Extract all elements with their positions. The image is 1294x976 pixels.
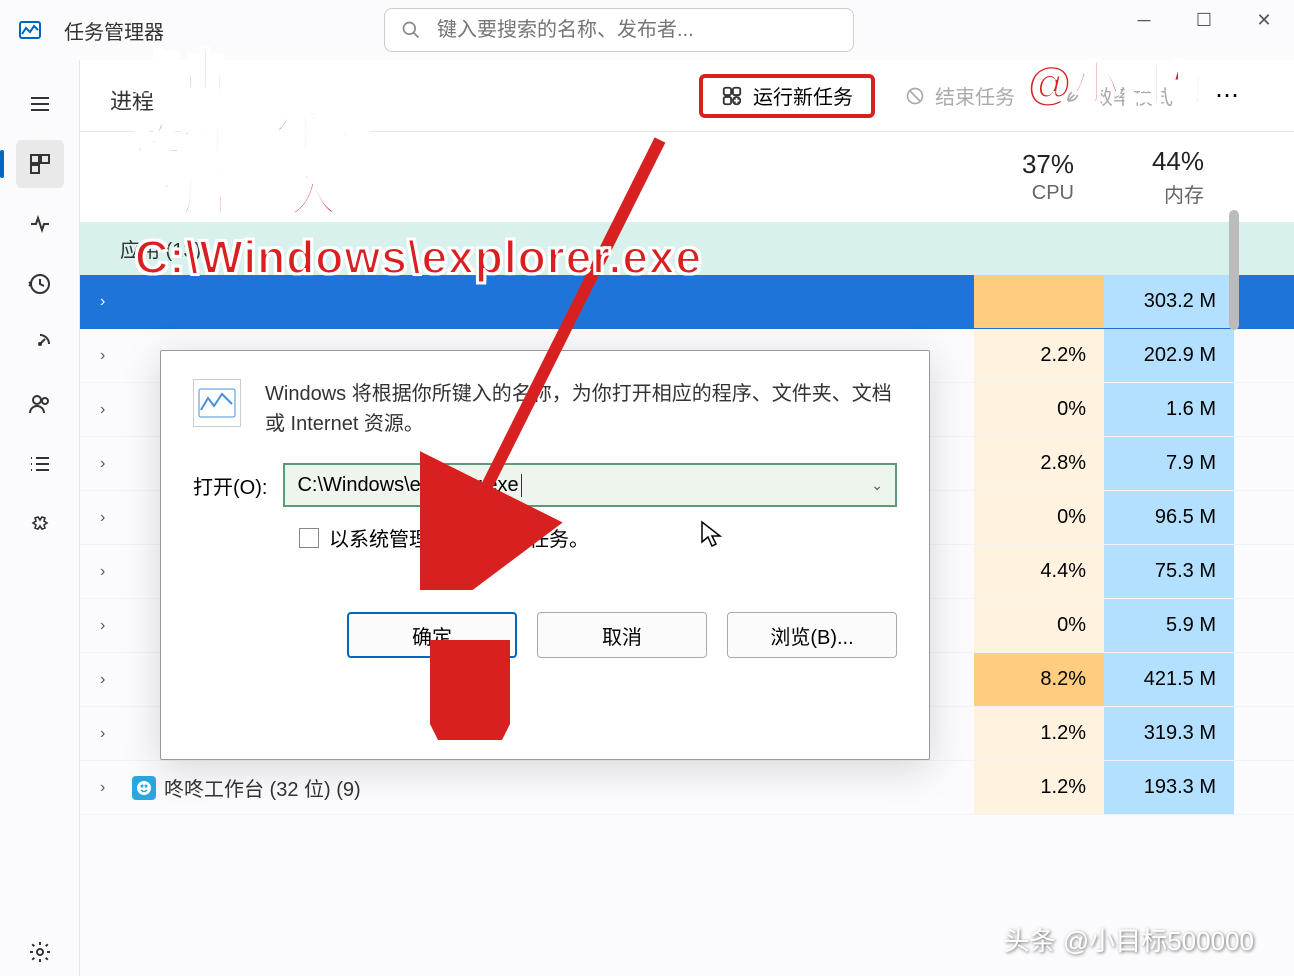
search-box[interactable] <box>384 8 854 52</box>
chevron-right-icon[interactable]: › <box>100 779 124 797</box>
mem-cell: 1.6 M <box>1104 383 1234 436</box>
nav-details-icon[interactable] <box>16 440 64 488</box>
dialog-app-icon <box>193 379 241 427</box>
mem-pct: 44% <box>1114 146 1204 177</box>
mem-cell: 7.9 M <box>1104 437 1234 490</box>
open-combobox[interactable]: C:\Windows\explorer.exe ⌄ <box>283 463 897 507</box>
cpu-cell: 0% <box>974 599 1104 652</box>
scrollbar-thumb[interactable] <box>1229 210 1239 330</box>
mem-cell: 5.9 M <box>1104 599 1234 652</box>
table-row[interactable]: › 303.2 M <box>80 275 1294 329</box>
minimize-button[interactable]: ─ <box>1114 0 1174 40</box>
open-label: 打开(O): <box>193 471 267 500</box>
end-task-label: 结束任务 <box>935 81 1015 110</box>
app-title: 任务管理器 <box>64 16 164 45</box>
sidebar <box>0 60 80 976</box>
mem-cell: 303.2 M <box>1104 275 1234 328</box>
run-task-button[interactable]: 运行新任务 <box>699 74 875 118</box>
section-apps: 应用 (13) <box>80 222 1294 275</box>
maximize-button[interactable]: ☐ <box>1174 0 1234 40</box>
cpu-pct: 37% <box>984 149 1074 180</box>
cpu-cell: 0% <box>974 383 1104 436</box>
leaf-icon <box>1063 86 1083 106</box>
search-input[interactable] <box>437 19 837 42</box>
admin-checkbox[interactable] <box>299 528 319 548</box>
run-task-icon <box>721 85 743 107</box>
end-task-icon <box>905 86 925 106</box>
toolbar: 运行新任务 结束任务 效率模式 ⋯ <box>80 60 1294 132</box>
chevron-right-icon[interactable]: › <box>100 455 124 473</box>
nav-performance-icon[interactable] <box>16 200 64 248</box>
cpu-cell: 2.8% <box>974 437 1104 490</box>
close-button[interactable]: ✕ <box>1234 0 1294 40</box>
process-name: 咚咚工作台 (32 位) (9) <box>164 773 974 802</box>
chevron-right-icon[interactable]: › <box>100 671 124 689</box>
cancel-button[interactable]: 取消 <box>537 612 707 658</box>
mem-cell: 193.3 M <box>1104 761 1234 814</box>
cpu-cell: 1.2% <box>974 761 1104 814</box>
admin-checkbox-label: 以系统管理权限创建此任务。 <box>329 523 589 552</box>
cpu-cell: 8.2% <box>974 653 1104 706</box>
mem-column-header[interactable]: 44% 内存 <box>1094 146 1224 208</box>
chevron-down-icon[interactable]: ⌄ <box>871 477 883 494</box>
watermark: 头条 @小目标500000 <box>1004 921 1254 958</box>
mem-cell: 202.9 M <box>1104 329 1234 382</box>
page-title: 进程 <box>110 84 154 116</box>
nav-history-icon[interactable] <box>16 260 64 308</box>
ok-button[interactable]: 确定 <box>347 612 517 658</box>
end-task-button[interactable]: 结束任务 <box>887 74 1033 118</box>
titlebar: 任务管理器 <box>0 0 1294 60</box>
chevron-right-icon[interactable]: › <box>100 347 124 365</box>
nav-users-icon[interactable] <box>16 380 64 428</box>
chevron-right-icon[interactable]: › <box>100 725 124 743</box>
table-row[interactable]: › 咚咚工作台 (32 位) (9) 1.2% 193.3 M <box>80 761 1294 815</box>
nav-settings-icon[interactable] <box>16 928 64 976</box>
cpu-label: CPU <box>984 182 1074 205</box>
app-icon <box>16 16 44 44</box>
app-thumbnail-icon <box>132 776 156 800</box>
mem-cell: 75.3 M <box>1104 545 1234 598</box>
efficiency-label: 效率模式 <box>1093 81 1173 110</box>
run-task-label: 运行新任务 <box>753 81 853 110</box>
search-icon <box>401 20 421 40</box>
chevron-right-icon[interactable]: › <box>100 293 124 311</box>
nav-processes-icon[interactable] <box>16 140 64 188</box>
mem-label: 内存 <box>1114 179 1204 208</box>
chevron-right-icon[interactable]: › <box>100 401 124 419</box>
mem-cell: 319.3 M <box>1104 707 1234 760</box>
cpu-cell: 1.2% <box>974 707 1104 760</box>
chevron-right-icon[interactable]: › <box>100 563 124 581</box>
mem-cell: 421.5 M <box>1104 653 1234 706</box>
chevron-right-icon[interactable]: › <box>100 509 124 527</box>
more-button[interactable]: ⋯ <box>1203 81 1254 110</box>
cpu-column-header[interactable]: 37% CPU <box>964 149 1094 205</box>
nav-startup-icon[interactable] <box>16 320 64 368</box>
nav-menu-icon[interactable] <box>16 80 64 128</box>
efficiency-button[interactable]: 效率模式 <box>1045 74 1191 118</box>
open-input-value: C:\Windows\explorer.exe <box>297 474 521 497</box>
nav-services-icon[interactable] <box>16 500 64 548</box>
cpu-cell: 4.4% <box>974 545 1104 598</box>
column-headers: 37% CPU 44% 内存 <box>80 132 1294 222</box>
browse-button[interactable]: 浏览(B)... <box>727 612 897 658</box>
dialog-description: Windows 将根据你所键入的名称，为你打开相应的程序、文件夹、文档或 Int… <box>265 379 897 439</box>
cpu-cell: 0% <box>974 491 1104 544</box>
run-dialog: Windows 将根据你所键入的名称，为你打开相应的程序、文件夹、文档或 Int… <box>160 350 930 760</box>
cpu-cell: 2.2% <box>974 329 1104 382</box>
chevron-right-icon[interactable]: › <box>100 617 124 635</box>
cpu-cell <box>974 275 1104 328</box>
mem-cell: 96.5 M <box>1104 491 1234 544</box>
